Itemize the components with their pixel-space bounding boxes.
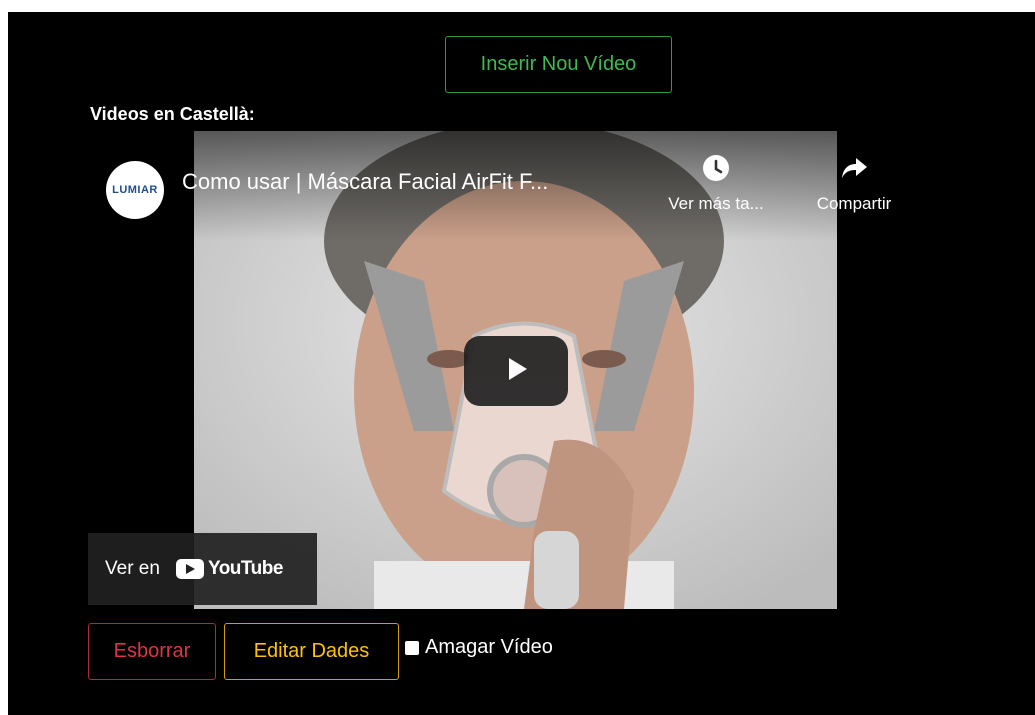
insert-video-button[interactable]: Inserir Nou Vídeo <box>445 36 672 93</box>
watch-later-button[interactable]: Ver más ta... <box>656 153 776 214</box>
channel-avatar[interactable]: LUMIAR <box>106 161 164 219</box>
hide-video-checkbox[interactable] <box>405 640 419 655</box>
hide-video-toggle[interactable]: Amagar Vídeo <box>405 636 553 659</box>
section-title: Videos en Castellà: <box>90 104 255 124</box>
watch-later-label: Ver más ta... <box>668 194 764 213</box>
watch-on-youtube-button[interactable]: Ver en YouTube <box>88 533 317 605</box>
hide-video-label: Amagar Vídeo <box>425 636 553 658</box>
video-title-link[interactable]: Como usar | Máscara Facial AirFit F... <box>182 169 548 195</box>
play-button[interactable] <box>464 336 568 406</box>
share-label: Compartir <box>816 194 892 213</box>
video-admin-panel: Inserir Nou Vídeo Videos en Castellà: LU… <box>8 12 1035 715</box>
share-arrow-icon <box>794 153 914 188</box>
play-icon <box>501 354 531 389</box>
share-button[interactable]: Compartir <box>794 153 914 214</box>
watch-on-label: Ver en <box>105 558 160 579</box>
youtube-embed[interactable]: LUMIAR Como usar | Máscara Facial AirFit… <box>88 131 938 609</box>
youtube-label: YouTube <box>207 558 283 579</box>
clock-icon <box>656 153 776 188</box>
delete-button[interactable]: Esborrar <box>88 623 216 680</box>
youtube-logo-icon: YouTube <box>175 558 283 580</box>
edit-data-button[interactable]: Editar Dades <box>224 623 399 680</box>
